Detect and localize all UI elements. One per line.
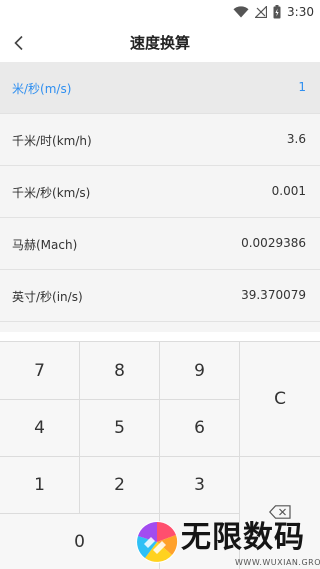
conversion-row-kms[interactable]: 千米/秒(km/s) 0.001 — [0, 166, 320, 218]
key-2[interactable]: 2 — [80, 457, 159, 513]
unit-value: 39.370079 — [241, 288, 306, 302]
signal-icon — [255, 6, 268, 18]
conversion-list: 米/秒(m/s) 1 千米/时(km/h) 3.6 千米/秒(km/s) 0.0… — [0, 62, 320, 332]
status-time: 3:30 — [287, 5, 314, 19]
unit-label: 千米/时(km/h) — [12, 134, 92, 148]
clear-button[interactable]: C — [240, 342, 320, 456]
conversion-row-ins[interactable]: 英寸/秒(in/s) 39.370079 — [0, 270, 320, 322]
status-icons: 3:30 — [233, 4, 314, 20]
watermark-url: WWW.WUXIAN.GROUP — [235, 558, 320, 567]
key-9[interactable]: 9 — [160, 342, 239, 399]
unit-value: 3.6 — [286, 132, 306, 146]
unit-label: 英寸/秒(in/s) — [12, 290, 83, 304]
status-bar: 3:30 — [0, 0, 320, 24]
key-7[interactable]: 7 — [0, 342, 79, 399]
conversion-row-mps[interactable]: 米/秒(m/s) 1 — [0, 62, 320, 114]
conversion-row-kmh[interactable]: 千米/时(km/h) 3.6 — [0, 114, 320, 166]
unit-label: 马赫(Mach) — [12, 238, 78, 252]
unit-value: 0.0029386 — [241, 236, 306, 250]
unit-label: 千米/秒(km/s) — [12, 186, 91, 200]
unit-value: 0.001 — [271, 184, 306, 198]
battery-icon — [273, 5, 281, 19]
key-4[interactable]: 4 — [0, 400, 79, 456]
wuxian-logo-icon — [136, 521, 178, 563]
wifi-icon — [233, 6, 249, 18]
page-title: 速度换算 — [129, 34, 190, 52]
key-3[interactable]: 3 — [160, 457, 239, 513]
app-bar: 速度换算 — [0, 24, 320, 62]
unit-label: 米/秒(m/s) — [12, 82, 72, 96]
conversion-row-mach[interactable]: 马赫(Mach) 0.0029386 — [0, 218, 320, 270]
watermark-brand: 无限数码 — [181, 520, 305, 555]
key-6[interactable]: 6 — [160, 400, 239, 456]
key-8[interactable]: 8 — [80, 342, 159, 399]
key-1[interactable]: 1 — [0, 457, 79, 513]
key-5[interactable]: 5 — [80, 400, 159, 456]
unit-value: 1 — [298, 80, 306, 94]
watermark: 无限数码 WWW.WUXIAN.GROUP — [135, 514, 320, 569]
